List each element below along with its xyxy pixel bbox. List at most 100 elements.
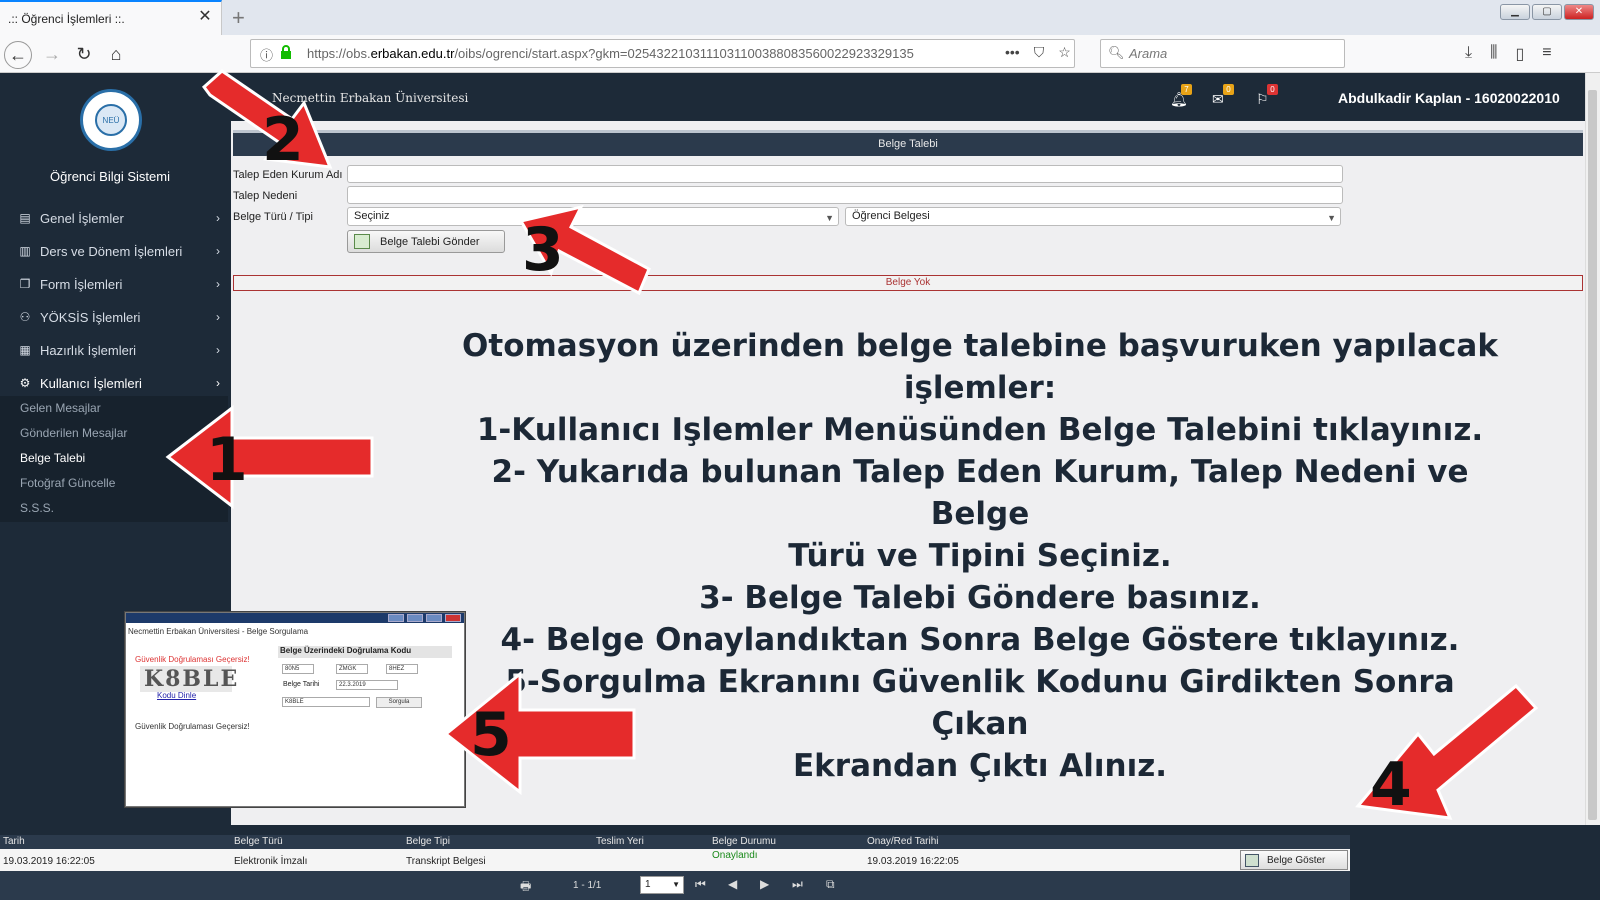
submenu-incoming-messages[interactable]: Gelen Mesajlar bbox=[20, 401, 101, 415]
captcha-image: K8BLE bbox=[140, 666, 237, 692]
sidebar-item-label: Kullanıcı İşlemleri bbox=[40, 375, 142, 391]
submenu-sent-messages[interactable]: Gönderilen Mesajlar bbox=[20, 426, 127, 440]
print-icon[interactable]: 🖶 bbox=[520, 877, 531, 898]
menu-icon[interactable]: ≡ bbox=[1542, 44, 1551, 64]
home-icon[interactable]: ⌂ bbox=[102, 41, 130, 69]
document-subtype-select[interactable]: Öğrenci Belgesi ▼ bbox=[845, 207, 1341, 226]
users-cog-icon: ⚙ bbox=[19, 376, 31, 390]
copy-icon[interactable]: ⧉ bbox=[826, 877, 835, 892]
submenu-update-photo[interactable]: Fotoğraf Güncelle bbox=[20, 476, 115, 490]
system-title: Öğrenci Bilgi Sistemi bbox=[50, 169, 170, 184]
browser-search-input[interactable]: Arama bbox=[1100, 39, 1345, 68]
column-header: Teslim Yeri bbox=[596, 836, 644, 847]
code-box-3: 8HEZ bbox=[386, 664, 418, 674]
instruction-line: 4- Belge Onaylandıktan Sonra Belge Göste… bbox=[500, 622, 1460, 658]
browser-tools: ⤓ ⫼ ▯ ≡ bbox=[1465, 44, 1552, 64]
info-icon[interactable]: ⓘ bbox=[260, 45, 273, 64]
sidebar-item-courses[interactable]: ▥ Ders ve Dönem İşlemleri › bbox=[0, 235, 228, 267]
send-request-button[interactable]: Belge Talebi Gönder bbox=[347, 230, 505, 253]
scrollbar-thumb[interactable] bbox=[1588, 90, 1597, 820]
download-icon[interactable]: ⤓ bbox=[1465, 44, 1472, 64]
sidebar-item-label: Hazırlık İşlemleri bbox=[40, 342, 137, 358]
instruction-line: 2- Yukarıda bulunan Talep Eden Kurum, Ta… bbox=[491, 454, 1469, 532]
new-tab-icon[interactable]: + bbox=[232, 5, 245, 31]
pager-text: 1 - 1/1 bbox=[573, 880, 602, 891]
instruction-line: Türü ve Tipini Seçiniz. bbox=[788, 538, 1172, 574]
sidebar-item-yoksis[interactable]: ⚇ YÖKSİS İşlemleri › bbox=[0, 301, 228, 333]
reason-input[interactable] bbox=[347, 186, 1343, 204]
close-tab-icon[interactable]: ✕ bbox=[196, 8, 214, 26]
back-icon[interactable]: ← bbox=[4, 41, 32, 69]
next-page-icon[interactable]: ▶ bbox=[760, 877, 769, 891]
page-select[interactable]: 1 ▼ bbox=[640, 876, 684, 894]
institution-input[interactable] bbox=[347, 165, 1343, 183]
cell-type: Elektronik İmzalı bbox=[234, 856, 308, 867]
sidebar-item-label: Genel İşlemler bbox=[40, 210, 124, 226]
submenu-document-request[interactable]: Belge Talebi bbox=[20, 451, 85, 465]
instruction-line: 1-Kullanıcı Işlemler Menüsünden Belge Ta… bbox=[476, 412, 1484, 448]
table-header bbox=[0, 835, 1350, 849]
url-domain: erbakan.edu.tr bbox=[370, 46, 455, 61]
more-icon[interactable]: ••• bbox=[1005, 44, 1020, 61]
code-box-2: ZMGK bbox=[336, 664, 368, 674]
table-row bbox=[0, 849, 1350, 871]
page-value: 1 bbox=[645, 879, 651, 890]
inset-maximize-icon bbox=[407, 614, 423, 622]
maximize-icon[interactable]: ▢ bbox=[1532, 4, 1562, 20]
university-logo: NEÜ bbox=[80, 89, 142, 151]
search-placeholder: Arama bbox=[1129, 46, 1168, 61]
chevron-right-icon: › bbox=[216, 277, 220, 291]
reload-icon[interactable]: ↻ bbox=[70, 41, 98, 69]
chevron-down-icon: ▼ bbox=[1327, 213, 1336, 223]
chevron-right-icon: › bbox=[216, 310, 220, 324]
notification-badge: 7 bbox=[1181, 84, 1192, 95]
logo-emblem: NEÜ bbox=[95, 104, 127, 136]
sidebar-toggle-icon[interactable]: ▯ bbox=[1515, 44, 1524, 64]
sidebar-item-label: Form İşlemleri bbox=[40, 276, 123, 292]
date-box: 22.3.2019 bbox=[336, 680, 398, 690]
prev-page-icon[interactable]: ◀ bbox=[728, 877, 737, 891]
first-page-icon[interactable]: ⏮ bbox=[695, 877, 706, 892]
url-tools: ••• ⛉ ☆ bbox=[1005, 44, 1071, 61]
envelope-icon[interactable]: ✉ bbox=[1212, 91, 1224, 108]
chevron-down-icon: ▼ bbox=[672, 880, 680, 889]
url-path: /oibs/ogrenci/start.aspx?gkm=02543221031… bbox=[454, 46, 914, 61]
inset-bottom-error: Güvenlik Doğrulaması Geçersiz! bbox=[135, 722, 250, 731]
url-bar[interactable]: https://obs. erbakan.edu.tr/oibs/ogrenci/… bbox=[250, 39, 1075, 68]
sidebar-item-forms[interactable]: ❐ Form İşlemleri › bbox=[0, 268, 228, 300]
type-label: Belge Türü / Tipi bbox=[233, 211, 313, 223]
send-request-label: Belge Talebi Gönder bbox=[380, 235, 480, 248]
cell-date: 19.03.2019 16:22:05 bbox=[3, 856, 95, 867]
forward-icon[interactable]: → bbox=[38, 41, 66, 69]
user-name[interactable]: Abdulkadir Kaplan - 16020022010 bbox=[1338, 90, 1560, 106]
sidebar-item-prep[interactable]: ▦ Hazırlık İşlemleri › bbox=[0, 334, 228, 366]
show-document-button[interactable]: Belge Göster bbox=[1240, 850, 1348, 870]
sidebar-item-user[interactable]: ⚙ Kullanıcı İşlemleri › bbox=[0, 367, 228, 399]
status-badge: Onaylandı bbox=[712, 850, 758, 861]
mail-badge: 0 bbox=[1223, 84, 1234, 95]
chevron-right-icon: › bbox=[216, 376, 220, 390]
panel-title: Belge Talebi bbox=[233, 130, 1583, 156]
bookmark-star-icon[interactable]: ☆ bbox=[1058, 44, 1071, 61]
sidebar-item-general[interactable]: ▤ Genel İşlemler › bbox=[0, 202, 228, 234]
pocket-icon[interactable]: ⛉ bbox=[1034, 44, 1045, 61]
inset-title: Necmettin Erbakan Üniversitesi - Belge S… bbox=[128, 627, 309, 636]
last-page-icon[interactable]: ⏭ bbox=[792, 877, 803, 892]
inset-restore-icon bbox=[426, 614, 442, 622]
chevron-right-icon: › bbox=[216, 211, 220, 225]
submenu-faq[interactable]: S.S.S. bbox=[20, 501, 54, 515]
step-number: 3 bbox=[522, 215, 564, 285]
close-window-icon[interactable]: ✕ bbox=[1564, 4, 1594, 20]
arrow-1-icon bbox=[165, 404, 374, 510]
copy-icon: ❐ bbox=[19, 277, 31, 291]
minimize-icon[interactable]: ▁ bbox=[1500, 4, 1530, 20]
map-icon: ▥ bbox=[19, 244, 31, 258]
sidebar-item-label: Ders ve Dönem İşlemleri bbox=[40, 243, 183, 259]
search-icon: 🔍︎ bbox=[1108, 45, 1125, 60]
step-number: 4 bbox=[1370, 750, 1412, 820]
browser-tab[interactable]: .:: Öğrenci İşlemleri ::. bbox=[0, 0, 222, 35]
instruction-line: işlemler: bbox=[903, 370, 1057, 406]
tab-title: .:: Öğrenci İşlemleri ::. bbox=[8, 11, 125, 26]
inset-minimize-icon bbox=[388, 614, 404, 622]
library-icon[interactable]: ⫼ bbox=[1490, 44, 1497, 64]
